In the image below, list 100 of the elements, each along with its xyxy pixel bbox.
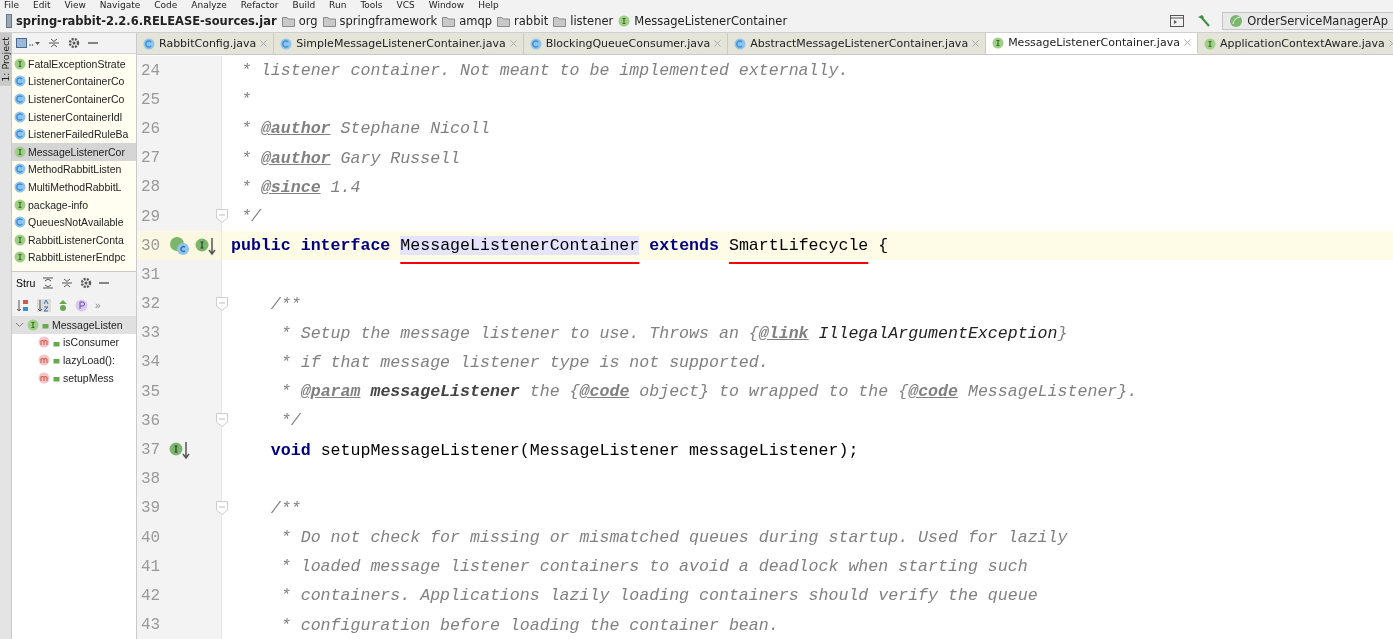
line-number: 36 xyxy=(140,411,162,430)
editor-tab[interactable]: BlockingQueueConsumer.java xyxy=(523,33,729,54)
project-tree-item[interactable]: RabbitListenerEndpc xyxy=(12,248,136,267)
line-number: 34 xyxy=(140,353,162,372)
code-line: */ xyxy=(279,411,301,431)
line-number: 41 xyxy=(140,557,162,576)
implemented-by-icon[interactable] xyxy=(169,235,191,256)
menu-item[interactable]: Code xyxy=(154,0,178,10)
code-line: * loaded message listener containers to avoid a deadlock when starting such xyxy=(279,557,1028,577)
close-icon[interactable] xyxy=(1183,39,1191,46)
breadcrumb-item[interactable]: springframework xyxy=(339,14,438,28)
structure-tree-item[interactable]: setupMess xyxy=(63,371,114,384)
folder-icon xyxy=(442,15,456,27)
method-icon xyxy=(38,336,50,349)
fold-marker-icon[interactable] xyxy=(216,208,228,223)
jar-icon xyxy=(6,14,12,28)
run-configuration-dropdown[interactable]: OrderServiceManagerAp xyxy=(1222,12,1393,30)
interface-arrow-icon[interactable] xyxy=(169,440,191,461)
project-tree-item[interactable]: MethodRabbitListen xyxy=(12,160,136,179)
menu-item[interactable]: Run xyxy=(329,0,347,10)
code-line: * @since 1.4 xyxy=(239,177,361,197)
breadcrumb-item[interactable]: MessageListenerContainer xyxy=(634,14,788,28)
breadcrumb-item[interactable]: rabbit xyxy=(514,14,549,28)
menu-item[interactable]: Navigate xyxy=(99,0,141,10)
menu-item[interactable]: Help xyxy=(478,0,499,10)
fold-marker-icon[interactable] xyxy=(216,500,228,515)
interface-icon xyxy=(14,251,26,264)
close-icon[interactable] xyxy=(1388,40,1393,47)
code-line: /** xyxy=(269,498,301,518)
class-icon xyxy=(143,37,155,50)
code-line: * Do not check for missing or mismatched queues during startup. Used for lazily xyxy=(279,528,1068,548)
close-icon[interactable] xyxy=(714,40,722,47)
editor-tab[interactable]: RabbitConfig.java xyxy=(137,33,275,54)
menu-item[interactable]: Window xyxy=(428,0,465,10)
menu-item[interactable]: Edit xyxy=(33,0,51,10)
menu-item[interactable]: View xyxy=(64,0,86,10)
editor-tab[interactable]: MessageListenerContainer.java xyxy=(986,33,1198,54)
folder-icon xyxy=(553,15,567,27)
collapse-icon[interactable] xyxy=(48,37,60,49)
method-icon xyxy=(38,354,50,366)
fold-marker-icon[interactable] xyxy=(216,296,228,311)
project-tree-item[interactable]: FatalExceptionStrate xyxy=(12,55,136,73)
chevron-down-icon[interactable] xyxy=(15,320,24,330)
project-tree-item[interactable]: RabbitListenerConta xyxy=(12,230,136,249)
settings-icon[interactable] xyxy=(68,37,80,49)
settings-icon[interactable] xyxy=(80,277,93,289)
line-number: 24 xyxy=(140,61,162,80)
structure-tree-item[interactable]: lazyLoad(): xyxy=(63,354,115,366)
project-tree-item[interactable]: ListenerContainerCo xyxy=(12,90,136,108)
close-icon[interactable] xyxy=(972,40,980,47)
interface-icon xyxy=(618,15,631,27)
properties-icon[interactable] xyxy=(75,298,88,312)
class-icon xyxy=(14,128,26,141)
breadcrumb-item[interactable]: listener xyxy=(570,14,614,28)
line-number: 42 xyxy=(140,586,162,605)
code-line: * containers. Applications lazily loading containers should verify the queue xyxy=(279,586,1038,606)
inherited-icon[interactable] xyxy=(58,298,68,312)
menu-item[interactable]: Build xyxy=(292,0,316,10)
line-number: 35 xyxy=(140,382,162,401)
sort-by-type-icon[interactable] xyxy=(16,298,30,312)
class-icon xyxy=(734,37,747,50)
breadcrumb-item[interactable]: spring-rabbit-2.2.6.RELEASE-sources.jar xyxy=(16,14,277,28)
collapse-icon[interactable] xyxy=(61,277,74,289)
class-icon xyxy=(14,180,26,193)
sort-alphabetically-icon[interactable] xyxy=(37,298,51,312)
interface-icon xyxy=(14,198,26,211)
project-tree-item[interactable]: ListenerContainerIdl xyxy=(12,107,136,126)
close-icon[interactable] xyxy=(509,40,517,47)
menu-item[interactable]: Refactor xyxy=(240,0,279,10)
class-icon xyxy=(14,75,26,88)
breadcrumb-item[interactable]: amqp xyxy=(459,14,493,28)
hammer-icon[interactable] xyxy=(1196,14,1211,28)
code-line: */ xyxy=(239,207,261,227)
menu-item[interactable]: Tools xyxy=(360,0,383,10)
project-tree-item[interactable]: QueuesNotAvailable xyxy=(12,213,136,231)
editor-tab[interactable]: AbstractMessageListenerContainer.java xyxy=(728,33,987,54)
line-number: 32 xyxy=(140,295,162,314)
structure-panel-title[interactable]: Stru xyxy=(16,277,36,289)
project-tree-item[interactable]: MessageListenerCor xyxy=(12,142,136,161)
fold-marker-icon[interactable] xyxy=(216,413,228,428)
project-tree-item[interactable]: package-info xyxy=(12,195,136,214)
view-dropdown-icon[interactable] xyxy=(16,37,40,49)
editor-tab[interactable]: ApplicationContextAware.java xyxy=(1197,33,1393,54)
breadcrumb-item[interactable]: org xyxy=(298,14,318,28)
menu-item[interactable]: File xyxy=(4,0,20,10)
line-number: 31 xyxy=(140,265,162,284)
project-tree-item[interactable]: MultiMethodRabbitL xyxy=(12,178,136,196)
editor-tab[interactable]: SimpleMessageListenerContainer.java xyxy=(274,33,524,54)
structure-tree-item[interactable]: isConsumer xyxy=(63,336,120,349)
expand-icon[interactable] xyxy=(42,277,55,289)
project-tree-item[interactable]: ListenerFailedRuleBa xyxy=(12,125,136,143)
line-number: 30 xyxy=(140,236,162,255)
project-tree-item[interactable]: ListenerContainerCo xyxy=(12,72,136,91)
menu-item[interactable]: Analyze xyxy=(191,0,227,10)
code-line: * configuration before loading the container bean. xyxy=(279,615,779,635)
close-icon[interactable] xyxy=(260,40,268,47)
interface-arrow-icon[interactable] xyxy=(195,235,217,256)
window-icon[interactable] xyxy=(1170,15,1185,27)
project-tool-tab[interactable]: 1: Project xyxy=(0,33,11,86)
menu-item[interactable]: VCS xyxy=(396,0,415,10)
